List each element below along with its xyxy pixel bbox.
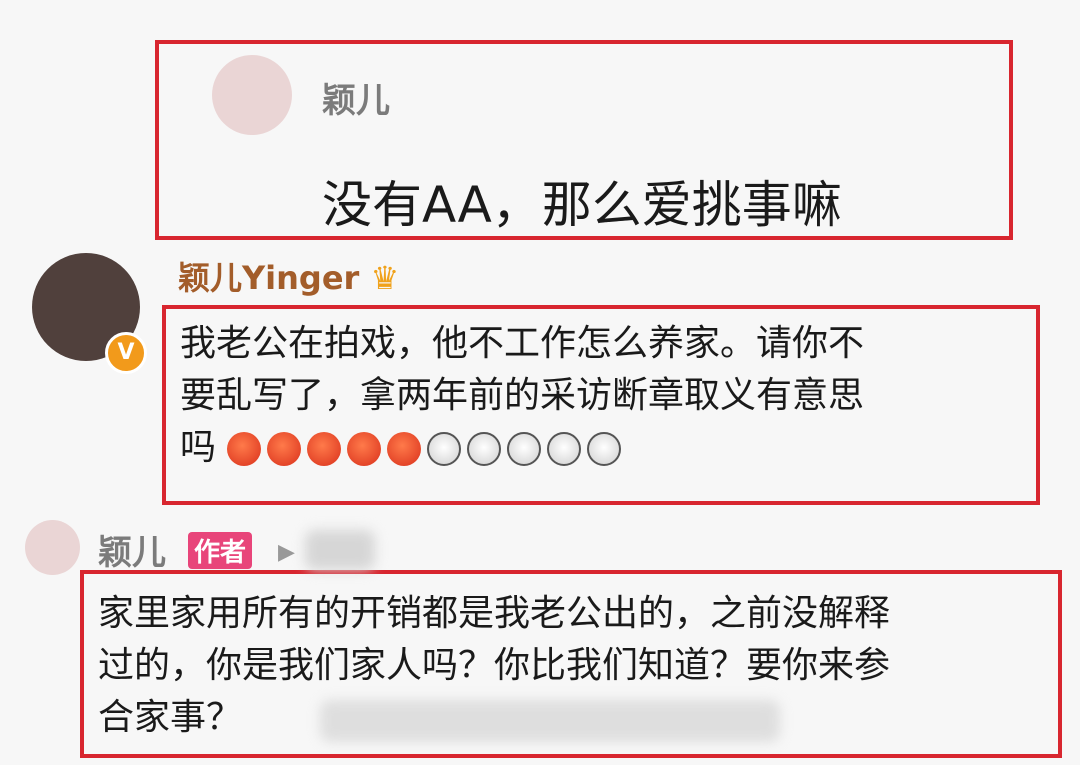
husky-emoji-icon bbox=[467, 432, 502, 466]
husky-emoji-icon bbox=[547, 432, 582, 466]
watermark bbox=[320, 700, 780, 742]
redacted-username bbox=[305, 530, 375, 570]
angry-emoji-icon bbox=[267, 432, 302, 466]
avatar[interactable] bbox=[212, 55, 292, 135]
crown-icon: ♛ bbox=[370, 259, 400, 297]
angry-emoji-icon bbox=[387, 432, 422, 466]
comment-text: 没有AA，那么爱挑事嘛 bbox=[322, 176, 842, 234]
play-icon: ▶ bbox=[278, 540, 295, 565]
comment-author[interactable]: 颖儿Yinger ♛ bbox=[178, 253, 399, 299]
angry-emoji-icon bbox=[347, 432, 382, 466]
husky-emoji-icon bbox=[427, 432, 462, 466]
comment-author[interactable]: 颖儿 bbox=[322, 73, 390, 122]
angry-emoji-icon bbox=[227, 432, 262, 466]
avatar[interactable] bbox=[25, 520, 80, 575]
comment-author[interactable]: 颖儿 bbox=[98, 525, 166, 574]
comment-text: 我老公在拍戏，他不工作怎么养家。请你不 要乱写了，拿两年前的采访断章取义有意思 … bbox=[180, 323, 865, 468]
angry-emoji-icon bbox=[307, 432, 342, 466]
husky-emoji-icon bbox=[587, 432, 622, 466]
verified-badge-icon: V bbox=[105, 332, 147, 374]
author-badge: 作者 bbox=[188, 532, 253, 569]
husky-emoji-icon bbox=[507, 432, 542, 466]
